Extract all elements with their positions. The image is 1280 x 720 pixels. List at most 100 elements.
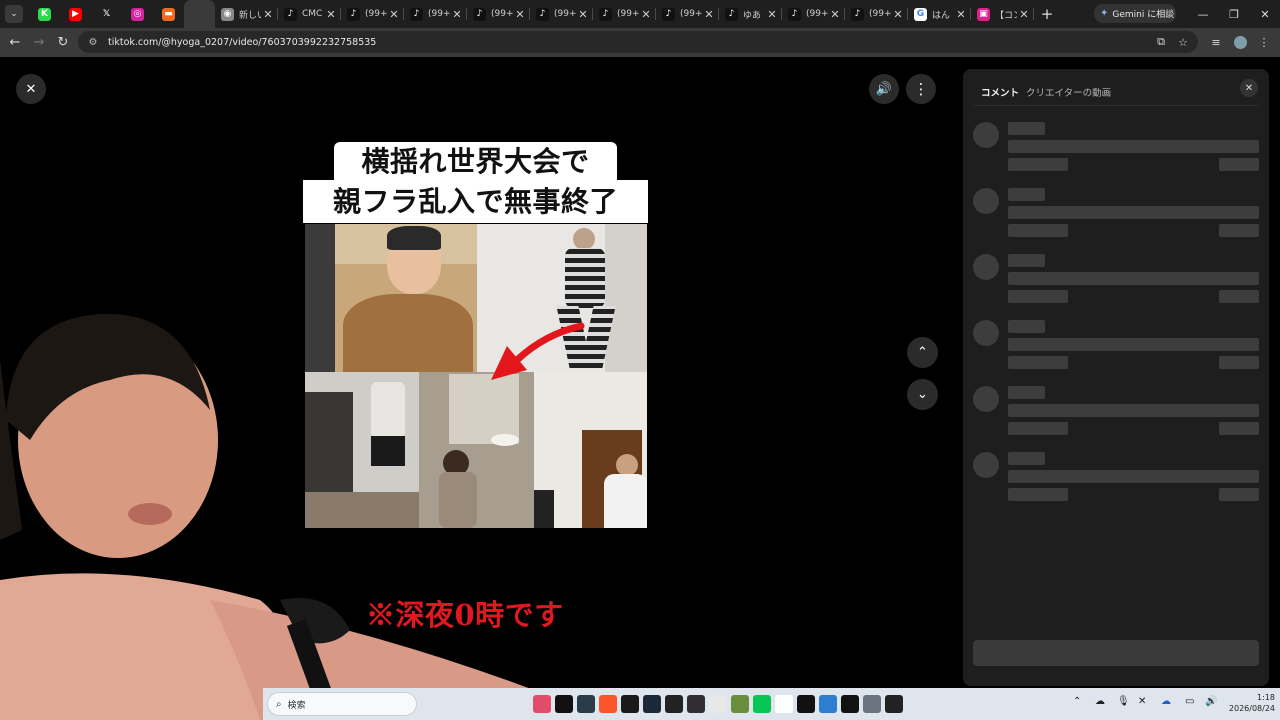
reading-list-icon[interactable]: ≡ xyxy=(1205,31,1227,53)
tab-3[interactable]: ◎ xyxy=(122,0,153,28)
tab-close-icon[interactable]: ✕ xyxy=(577,8,589,21)
reload-icon[interactable]: ↻ xyxy=(51,31,75,55)
tab-creator-videos[interactable]: クリエイターの動画 xyxy=(1026,85,1111,99)
speaker-icon[interactable]: 🔊 xyxy=(1205,696,1217,707)
browser-menu-icon[interactable]: ⋮ xyxy=(1253,31,1275,53)
tab-12[interactable]: ♪ (99+ ✕ xyxy=(593,0,656,28)
taskbar-search[interactable]: ⌕ 検索 xyxy=(267,692,417,716)
tab-2[interactable]: 𝕏 xyxy=(91,0,122,28)
cast-icon[interactable]: ⧉ xyxy=(1150,31,1172,53)
tab-close-icon[interactable]: ✕ xyxy=(640,8,652,21)
forward-icon[interactable]: → xyxy=(27,31,51,55)
minimize-icon[interactable]: — xyxy=(1187,0,1219,28)
davinci-resolve-icon[interactable] xyxy=(577,695,595,713)
obs-icon[interactable] xyxy=(687,695,705,713)
site-info-icon[interactable]: ⚙ xyxy=(86,35,100,49)
tab-close-icon[interactable]: ✕ xyxy=(766,8,778,21)
tabs-divider xyxy=(973,105,1259,106)
tab-14[interactable]: ♪ ゆあ ✕ xyxy=(719,0,782,28)
comment-like-placeholder xyxy=(1219,224,1259,237)
new-tab-button[interactable]: + xyxy=(1034,5,1060,23)
tab-17[interactable]: G はん ✕ xyxy=(908,0,971,28)
red-app-icon[interactable] xyxy=(533,695,551,713)
dark-app-icon[interactable] xyxy=(841,695,859,713)
microphone-icon[interactable]: 🎙 xyxy=(1117,696,1130,707)
badge-app-icon[interactable] xyxy=(775,695,793,713)
tab-close-icon[interactable]: ✕ xyxy=(388,8,400,21)
tab-4[interactable]: ▬ xyxy=(153,0,184,28)
tiktok-icon: ♪ xyxy=(284,7,297,21)
tab-title: (99+ xyxy=(617,9,639,19)
tab-search-menu-icon[interactable]: ⌄ xyxy=(5,5,23,23)
close-video-icon[interactable]: ✕ xyxy=(16,74,46,104)
restore-icon[interactable]: ❐ xyxy=(1218,0,1250,28)
tab-list: K▶𝕏◎▬◉新しい✕♪CMC✕♪(99+✕♪(99+✕♪(99+✕♪(99+✕♪… xyxy=(29,0,1034,28)
tab-0[interactable]: K xyxy=(29,0,60,28)
tray-app-icon[interactable]: ✕ xyxy=(1138,696,1146,707)
tab-close-icon[interactable]: ✕ xyxy=(514,8,526,21)
unreal-icon[interactable] xyxy=(797,695,815,713)
line-icon[interactable] xyxy=(753,695,771,713)
caption-line-1: 横揺れ世界大会で xyxy=(334,142,617,182)
tiktok-icon[interactable] xyxy=(555,695,573,713)
onedrive-icon[interactable]: ☁ xyxy=(1161,696,1171,707)
profile-avatar[interactable] xyxy=(1229,31,1251,53)
tiktok-icon: ♪ xyxy=(473,7,486,21)
comment-input[interactable] xyxy=(973,640,1259,666)
settings-icon[interactable] xyxy=(863,695,881,713)
tab-separator xyxy=(1033,8,1034,20)
window-close-icon[interactable]: ✕ xyxy=(1249,0,1280,28)
tab-11[interactable]: ♪ (99+ ✕ xyxy=(530,0,593,28)
tab-close-icon[interactable]: ✕ xyxy=(325,8,337,21)
tab-close-icon[interactable]: ✕ xyxy=(1018,8,1030,21)
more-options-icon[interactable]: ⋮ xyxy=(906,74,936,104)
comment-name-placeholder xyxy=(1008,122,1045,135)
brave-icon[interactable] xyxy=(599,695,617,713)
cloud-icon[interactable]: ☁ xyxy=(1095,696,1105,707)
tab-15[interactable]: ♪ (99+ ✕ xyxy=(782,0,845,28)
tab-10[interactable]: ♪ (99+ ✕ xyxy=(467,0,530,28)
network-icon[interactable]: ▭ xyxy=(1185,696,1194,707)
tab-9[interactable]: ♪ (99+ ✕ xyxy=(404,0,467,28)
media-player-icon[interactable] xyxy=(885,695,903,713)
chrome-icon: ◉ xyxy=(221,7,234,21)
comment-name-placeholder xyxy=(1008,188,1045,201)
comment-avatar-placeholder xyxy=(973,320,999,346)
photos-icon[interactable] xyxy=(819,695,837,713)
comment-meta-placeholder xyxy=(1008,422,1068,435)
tab-close-icon[interactable]: ✕ xyxy=(703,8,715,21)
tab-5[interactable] xyxy=(184,0,215,28)
tab-6[interactable]: ◉ 新しい✕ xyxy=(215,0,278,28)
calendar-app-icon[interactable] xyxy=(709,695,727,713)
comment-avatar-placeholder xyxy=(973,386,999,412)
previous-video-icon[interactable]: ⌃ xyxy=(907,337,938,368)
address-bar[interactable]: ⚙ tiktok.com/@hyoga_0207/video/760370399… xyxy=(78,31,1198,53)
minecraft-icon[interactable] xyxy=(731,695,749,713)
tab-8[interactable]: ♪ (99+ ✕ xyxy=(341,0,404,28)
tab-title: (99+ xyxy=(869,9,891,19)
x-icon: 𝕏 xyxy=(100,7,113,21)
gemini-button[interactable]: ✦ Gemini に相談 xyxy=(1094,4,1176,23)
next-video-icon[interactable]: ⌄ xyxy=(907,379,938,410)
tab-13[interactable]: ♪ (99+ ✕ xyxy=(656,0,719,28)
tab-16[interactable]: ♪ (99+ ✕ xyxy=(845,0,908,28)
tab-close-icon[interactable]: ✕ xyxy=(262,8,274,21)
system-clock[interactable]: 1:18 2026/08/24 xyxy=(1223,692,1275,714)
bookmark-star-icon[interactable]: ☆ xyxy=(1172,31,1194,53)
tab-7[interactable]: ♪ CMC ✕ xyxy=(278,0,341,28)
tab-close-icon[interactable]: ✕ xyxy=(451,8,463,21)
volume-icon[interactable]: 🔊 xyxy=(869,74,899,104)
unity-icon[interactable] xyxy=(665,695,683,713)
tab-close-icon[interactable]: ✕ xyxy=(829,8,841,21)
tab-close-icon[interactable]: ✕ xyxy=(955,8,967,21)
tab-18[interactable]: ▣ 【コン✕ xyxy=(971,0,1034,28)
tray-chevron-icon[interactable]: ⌃ xyxy=(1073,696,1081,707)
tab-close-icon[interactable]: ✕ xyxy=(892,8,904,21)
clock-time: 1:18 xyxy=(1257,693,1275,702)
close-panel-icon[interactable]: ✕ xyxy=(1240,79,1258,97)
steam-icon[interactable] xyxy=(643,695,661,713)
green-arrow-icon[interactable] xyxy=(621,695,639,713)
tab-1[interactable]: ▶ xyxy=(60,0,91,28)
back-icon[interactable]: ← xyxy=(3,31,27,55)
tab-comments[interactable]: コメント xyxy=(981,85,1019,99)
